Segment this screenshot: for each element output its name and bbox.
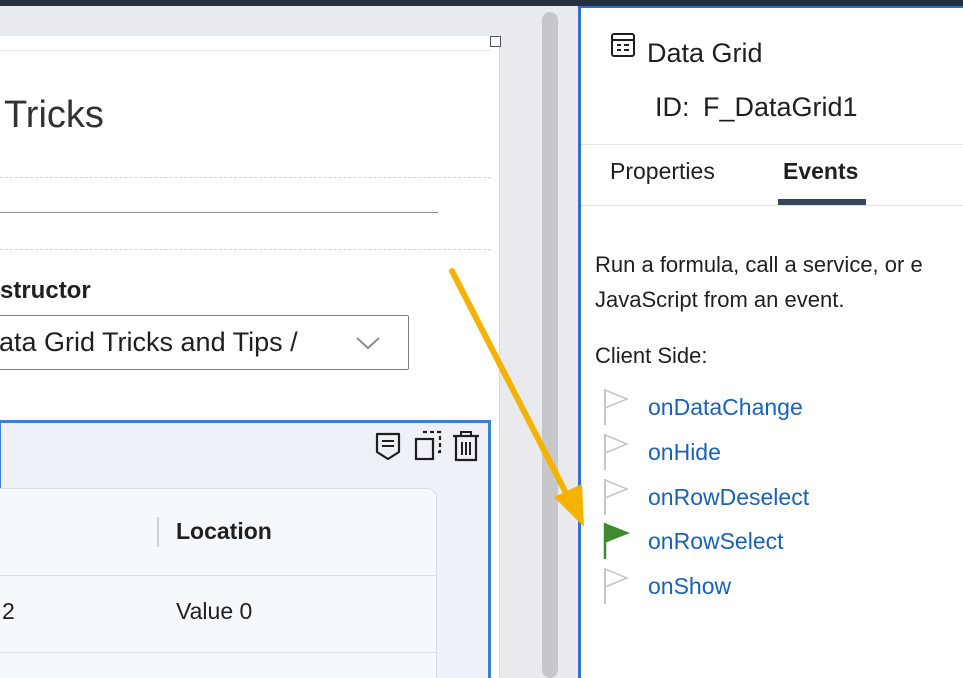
event-link[interactable]: onRowSelect [648,528,784,555]
flag-filled-icon [603,522,631,559]
flag-outline-icon [604,434,629,470]
data-grid-table [0,488,437,678]
chevron-down-icon [356,337,380,350]
annotation-arrow-icon [449,268,584,527]
instructor-select[interactable]: ata Grid Tricks and Tips / [0,315,409,370]
component-id-label: ID: [655,92,690,122]
instructor-field-label: structor [0,277,91,304]
tab-properties[interactable]: Properties [610,158,715,185]
events-description-line: Run a formula, call a service, or e [595,252,923,277]
event-link[interactable]: onHide [648,439,721,466]
form-title: Tricks [4,94,104,136]
section-divider [0,177,491,178]
event-link[interactable]: onRowDeselect [648,484,809,511]
tab-events[interactable]: Events [783,158,858,185]
table-cell: Value 0 [176,598,253,624]
table-cell: 2 [2,598,15,624]
component-id-value: F_DataGrid1 [703,92,858,122]
panel-header: Data Grid ID: F_DataGrid1 [581,6,963,145]
data-grid-icon [611,33,635,57]
section-divider [0,249,491,250]
event-link[interactable]: onDataChange [648,394,803,421]
client-side-label: Client Side: [595,343,708,368]
column-separator[interactable] [157,517,159,547]
events-description-line: JavaScript from an event. [595,287,845,312]
panel-accent-bar [581,6,963,8]
title-underline [0,212,438,213]
column-header-location[interactable]: Location [176,518,272,545]
resize-handle[interactable] [490,36,501,47]
events-description: Run a formula, call a service, or e Java… [595,247,963,317]
comment-icon[interactable] [373,428,403,464]
properties-panel: Data Grid ID: F_DataGrid1 Properties Eve… [578,6,963,678]
tabs-divider [581,205,963,206]
table-row-divider [0,652,437,653]
instructor-select-value: ata Grid Tricks and Tips / [0,327,298,357]
table-row-divider [0,575,437,576]
flag-outline-icon [604,568,629,604]
duplicate-icon[interactable] [413,428,443,464]
form-top-border [0,50,491,51]
event-link[interactable]: onShow [648,573,731,600]
flag-outline-icon [604,479,629,515]
panel-title: Data Grid [647,38,763,68]
flag-outline-icon [604,389,629,425]
